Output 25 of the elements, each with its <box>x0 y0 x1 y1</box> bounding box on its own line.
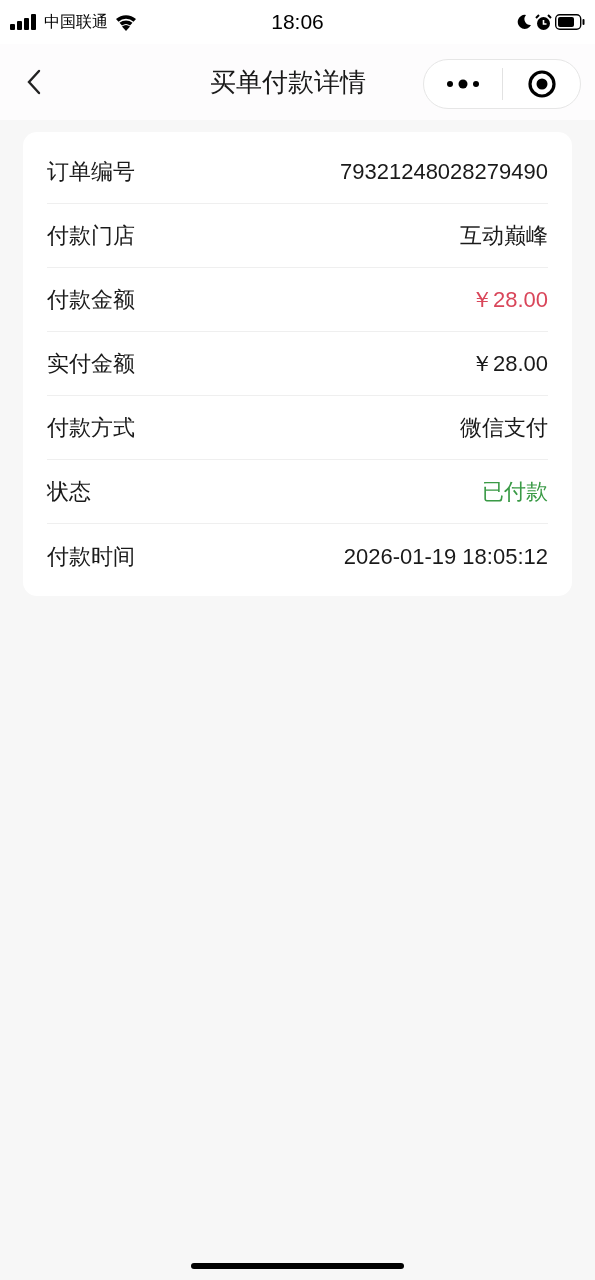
field-value: 2026-01-19 18:05:12 <box>343 542 548 571</box>
alarm-icon <box>535 13 552 31</box>
field-value: 已付款 <box>482 478 548 506</box>
field-label: 实付金额 <box>47 350 135 378</box>
field-value: 微信支付 <box>460 414 548 442</box>
more-icon <box>446 79 480 89</box>
field-label: 付款方式 <box>47 414 135 442</box>
field-value: 79321248028279490 <box>340 158 548 186</box>
moon-icon <box>516 14 532 30</box>
back-icon <box>27 69 41 95</box>
target-icon <box>526 69 557 99</box>
wifi-icon <box>114 13 138 31</box>
page-title: 买单付款详情 <box>210 65 366 99</box>
battery-icon <box>555 14 585 30</box>
field-label: 订单编号 <box>47 158 135 186</box>
field-label: 付款金额 <box>47 286 135 314</box>
field-value: 互动巅峰 <box>460 222 548 250</box>
clock-time: 18:06 <box>271 9 324 36</box>
carrier-name: 中国联通 <box>44 12 108 32</box>
field-value: ￥28.00 <box>470 350 548 378</box>
field-value: ￥28.00 <box>470 286 548 314</box>
field-label: 付款门店 <box>47 222 135 250</box>
field-label: 状态 <box>47 478 91 506</box>
signal-icon <box>10 14 38 30</box>
field-label: 付款时间 <box>47 542 135 571</box>
